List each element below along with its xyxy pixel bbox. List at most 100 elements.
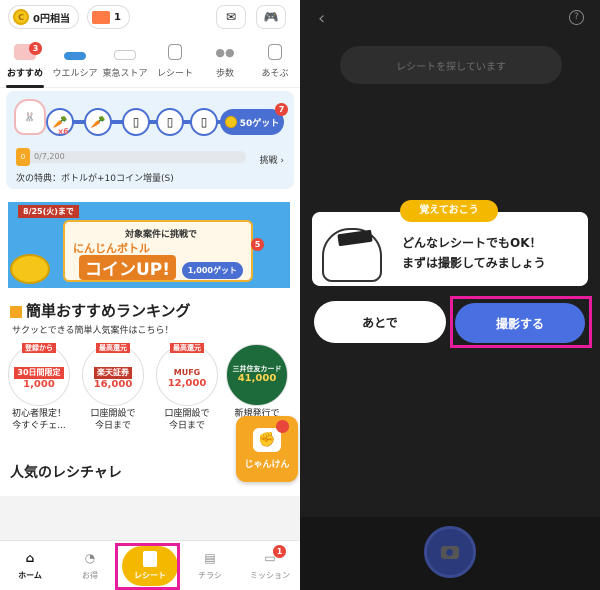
ranking-caption: 口座開設で 今日まで <box>78 408 148 432</box>
tip-message-1: どんなレシートでもOK！ <box>402 236 542 250</box>
carrot-bottle-panel[interactable]: 🐰 🥕 x6 🥕 ▯ ▯ ▯ 50ゲット 7 0 0/7,200 挑戦 › 次の… <box>6 91 294 189</box>
section-divider <box>0 496 300 540</box>
nav-label: ミッション <box>250 571 290 580</box>
ranking-item-4[interactable]: 三井住友カード 41,000 <box>226 344 288 406</box>
ranking-item-3[interactable]: 最高還元 MUFG 12,000 <box>156 343 218 406</box>
banner-line2: にんじんボトル <box>73 242 150 255</box>
help-icon[interactable]: ? <box>569 10 584 25</box>
thumbs-up-icon <box>10 305 22 318</box>
nav-deals[interactable]: ◔ お得 <box>60 541 120 590</box>
caption-line: 今日まで <box>168 421 205 432</box>
banner-get: 1,000ゲット <box>181 262 243 279</box>
coin-stack-icon <box>10 254 50 284</box>
nav-flyers[interactable]: ▤ チラシ <box>180 541 240 590</box>
tab-label: おすすめ <box>6 69 43 79</box>
caption-line: 初心者限定！ <box>11 409 66 419</box>
empty-bottle-icon: ▯ <box>156 108 184 136</box>
ticket-balance[interactable]: 1 <box>86 5 130 29</box>
ranking-amount: 12,000 <box>167 377 207 389</box>
caption-line: 口座開設で <box>90 409 136 419</box>
caption-line: 口座開設で <box>164 409 210 419</box>
caption-line: 今日まで <box>94 421 131 432</box>
get-coins-label: 50ゲット <box>239 118 280 129</box>
graduation-cap-icon <box>337 229 373 247</box>
tokyu-logo-icon <box>114 50 136 60</box>
receipt-camera-screen: ‹ ? レシートを探しています どんなレシートでもOK！ まずは撮影してみましょ… <box>300 0 600 590</box>
nav-missions[interactable]: ▭ 1 ミッション <box>240 541 300 590</box>
welcia-logo-icon <box>64 52 86 60</box>
tab-recommended[interactable]: 3 おすすめ <box>0 40 50 88</box>
tip-card: どんなレシートでもOK！ まずは撮影してみましょう <box>312 212 588 286</box>
nav-label: お得 <box>82 571 98 580</box>
ranking-amount: 16,000 <box>93 378 133 390</box>
ranking-item-2[interactable]: 最高還元 楽天証券 16,000 <box>82 343 144 406</box>
janken-dot <box>276 420 289 433</box>
nav-home[interactable]: ⌂ ホーム <box>0 541 60 590</box>
tab-welcia[interactable]: ウエルシア <box>50 40 100 87</box>
shutter-button[interactable] <box>424 526 476 578</box>
ranking-amount: 41,000 <box>237 373 277 385</box>
level-badge: 0 <box>16 148 30 166</box>
tab-label: 東急ストア <box>102 69 148 79</box>
progress-text: 0/7,200 <box>34 152 65 161</box>
ranking-mid: 三井住友カード <box>232 364 282 373</box>
challenge-link[interactable]: 挑戦 › <box>260 153 284 166</box>
tab-receipt[interactable]: レシート <box>150 40 200 87</box>
tab-label: ウエルシア <box>52 69 98 79</box>
tab-label: あそぶ <box>261 69 289 79</box>
bottle-multiplier: x6 <box>58 127 69 136</box>
ranking-tag: 最高還元 <box>170 343 204 354</box>
rabbit-mascot-icon: 🐰 <box>14 99 46 135</box>
empty-bottle-icon: ▯ <box>122 108 150 136</box>
coin-icon <box>224 116 237 128</box>
nav-badge: 1 <box>273 545 286 558</box>
banner-badge: 5 <box>251 238 264 251</box>
ranking-mid: MUFG <box>173 368 201 378</box>
ranking-mid: 楽天証券 <box>94 367 132 379</box>
later-button[interactable]: あとで <box>314 301 446 343</box>
tab-tokyu-store[interactable]: 東急ストア <box>100 40 150 87</box>
tab-play[interactable]: あそぶ <box>250 40 300 87</box>
back-chevron-icon[interactable]: ‹ <box>318 8 325 29</box>
searching-status: レシートを探しています <box>340 46 562 84</box>
tab-steps[interactable]: ●● 歩数 <box>200 40 250 87</box>
coin-balance-label: 0円相当 <box>33 13 70 25</box>
banner-line1: 対象案件に挑戦で <box>125 230 198 240</box>
banner-date: 8/25(火)まで <box>18 205 79 218</box>
next-perk-text: 次の特典：ボトルが+10コイン増量(S) <box>16 174 174 184</box>
fist-icon: ✊ <box>253 428 281 452</box>
ranking-tag: 登録から <box>22 343 56 354</box>
tab-label: 歩数 <box>215 69 234 79</box>
coin-icon: C <box>13 9 29 25</box>
ranking-item-1[interactable]: 登録から 30日間限定 1,000 <box>8 343 70 406</box>
caption-line: 今すぐチェ... <box>12 421 66 432</box>
nav-label: ホーム <box>18 571 42 580</box>
ranking-tag: 最高還元 <box>96 343 130 354</box>
ticket-icon <box>91 10 110 24</box>
money-bag-icon: ◔ <box>84 551 96 565</box>
ticket-count: 1 <box>113 11 121 23</box>
ranking-caption: 口座開設で 今日まで <box>152 408 222 432</box>
tip-message-2: まずは撮影してみましょう <box>402 256 546 270</box>
game-controller-icon[interactable]: 🎮 <box>256 5 286 29</box>
camera-icon <box>441 545 459 559</box>
nav-label: チラシ <box>198 571 222 580</box>
highlight-box <box>115 543 180 590</box>
empty-bottle-icon: ▯ <box>190 108 218 136</box>
get-coins-button[interactable]: 50ゲット <box>220 109 284 135</box>
category-tabs: 3 おすすめ ウエルシア 東急ストア レシート ●● 歩数 あそぶ <box>0 40 300 88</box>
get-badge: 7 <box>275 103 288 116</box>
mascot-teacher-icon <box>322 228 382 282</box>
popular-receipt-challenges-title: 人気のレシチャレ <box>10 465 122 481</box>
mail-icon[interactable]: ✉ <box>216 5 246 29</box>
ranking-subtitle: サクッとできる簡単人気案件はこちら！ <box>12 326 174 336</box>
campaign-banner[interactable]: 8/25(火)まで 対象案件に挑戦で にんじんボトル コインUP! 1,000ゲ… <box>8 202 290 288</box>
home-screen: C 0円相当 1 ✉ 🎮 3 おすすめ ウエルシア 東急ストア レシート ●● <box>0 0 300 590</box>
coin-balance[interactable]: C 0円相当 <box>8 5 79 29</box>
footsteps-icon: ●● <box>215 45 235 59</box>
flyer-icon: ▤ <box>204 551 216 565</box>
home-icon: ⌂ <box>25 551 35 565</box>
ranking-mid: 30日間限定 <box>14 367 64 379</box>
highlight-box <box>450 296 592 348</box>
top-bar: C 0円相当 1 <box>0 0 300 34</box>
